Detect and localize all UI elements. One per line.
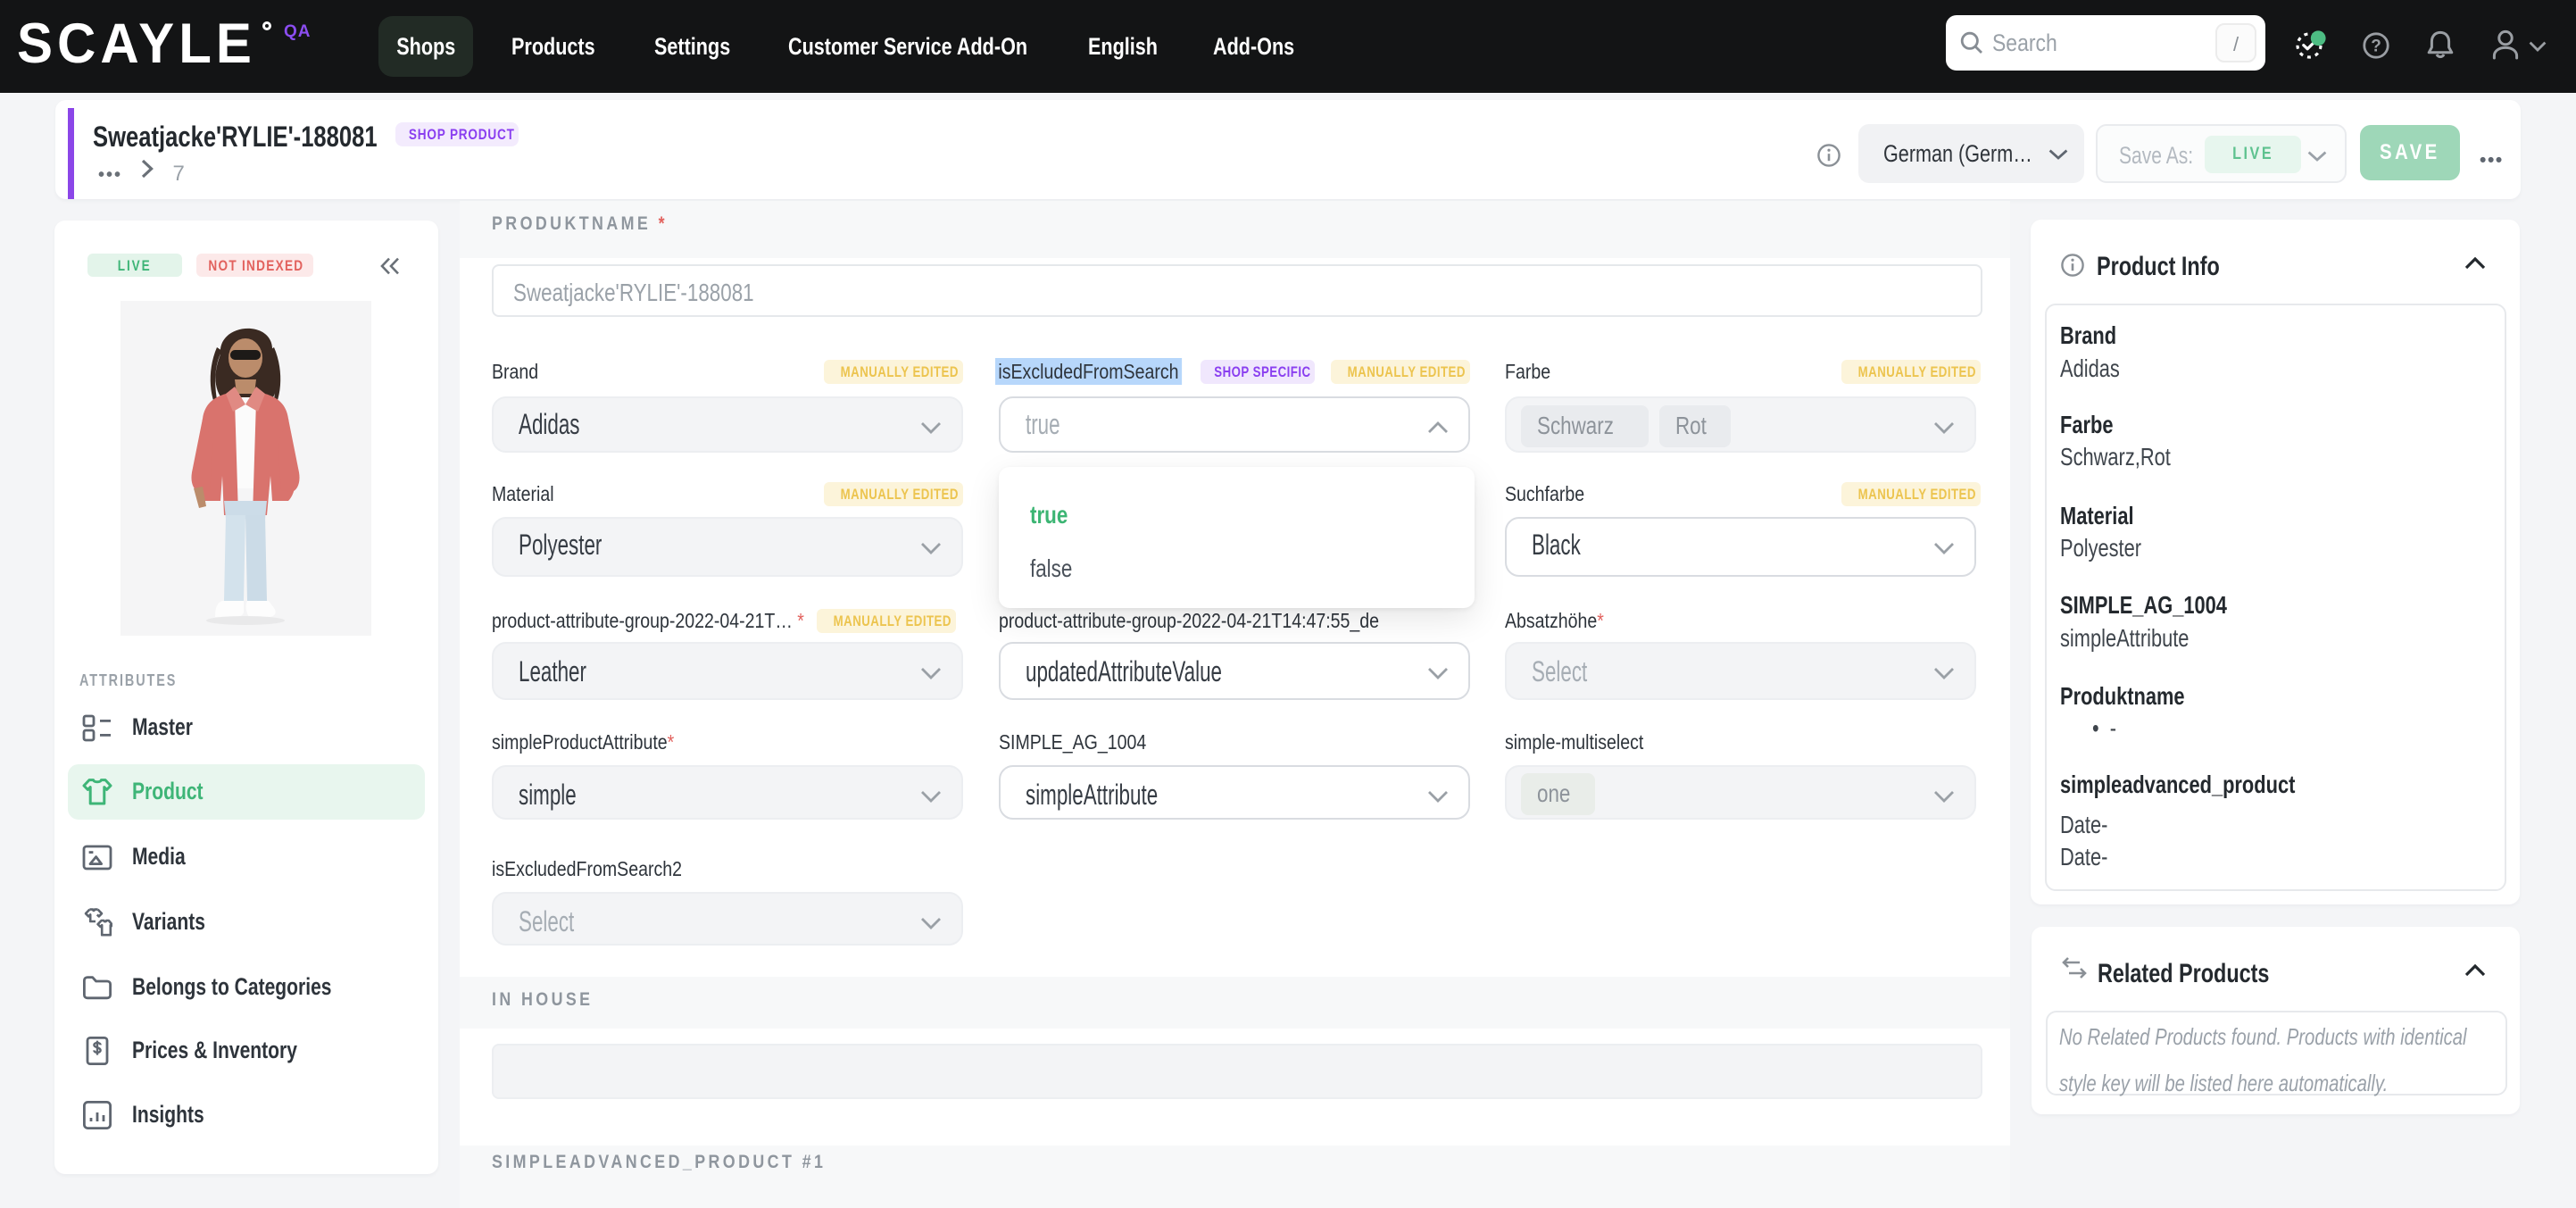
svg-text:?: ? xyxy=(2371,37,2381,55)
